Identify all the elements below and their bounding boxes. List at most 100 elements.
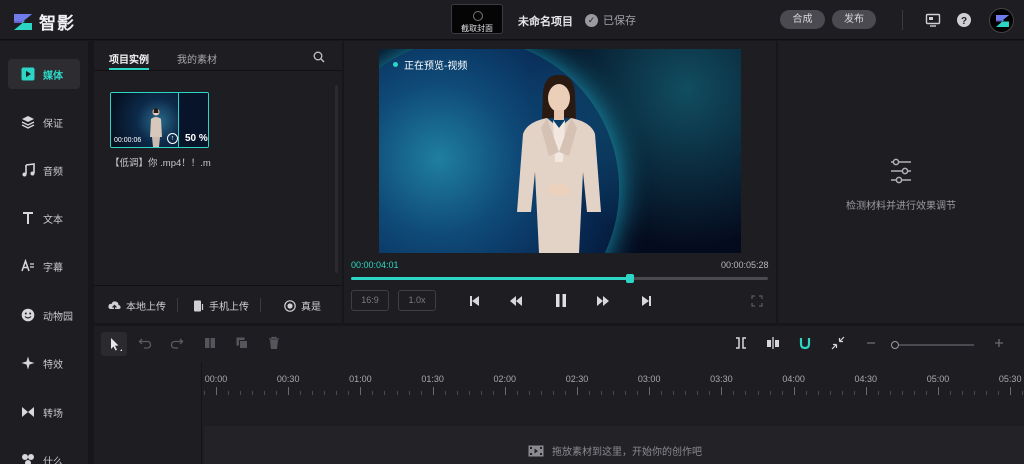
pause-icon[interactable] [553, 293, 569, 308]
ruler-minor-tick [673, 391, 675, 395]
media-item-name: 【低调】你 .mp4！！.m [110, 158, 211, 169]
ruler-minor-tick [228, 391, 230, 395]
timeline-ruler[interactable]: 00:00 00:30 01:00 01:30 02:00 02:30 03:00 03:30… [202, 372, 1024, 402]
adjust-sliders-icon [891, 158, 911, 184]
zoom-out-icon[interactable] [864, 336, 878, 350]
split-icon[interactable] [203, 336, 217, 350]
ruler-tick-label: 05:30 [998, 374, 1022, 384]
ruler-minor-tick [420, 391, 422, 395]
magnet-snap-icon[interactable] [798, 336, 812, 350]
sidebar-item-more[interactable]: 什么 [8, 445, 80, 464]
sidebar-item-audio[interactable]: 音频 [8, 155, 80, 185]
copy-icon[interactable] [235, 336, 249, 350]
ruler-minor-tick [913, 391, 915, 395]
ruler-minor-tick [685, 391, 687, 395]
ruler-minor-tick [601, 391, 603, 395]
media-footer: 本地上传 手机上传 真是 [94, 285, 342, 323]
undo-icon[interactable] [138, 336, 152, 350]
ruler-minor-tick [240, 391, 242, 395]
ruler-minor-tick [312, 391, 314, 395]
capture-cover-button[interactable]: 截取封面 [451, 4, 503, 34]
smiley-icon [21, 308, 35, 322]
more-icon [21, 453, 35, 464]
aspect-ratio-button[interactable]: 16:9 [351, 290, 389, 311]
trim-icon[interactable] [734, 336, 748, 350]
monitor-icon[interactable] [925, 12, 941, 28]
text-T-icon [21, 211, 35, 225]
avatar[interactable] [989, 8, 1014, 33]
thumbnail-duration: 00:00:06 [114, 137, 142, 144]
ruler-minor-tick [998, 391, 1000, 395]
local-upload-label: 本地上传 [126, 302, 166, 313]
presenter-thumbnail-figure [150, 108, 162, 147]
local-upload-button[interactable]: 本地上传 [108, 298, 166, 313]
svg-text:?: ? [961, 16, 967, 27]
ruler-minor-tick [540, 391, 542, 395]
align-icon[interactable] [766, 336, 780, 350]
sidebar-item-label: 音频 [43, 166, 63, 178]
zoom-slider-track[interactable] [894, 344, 974, 346]
sidebar-item-label: 媒体 [43, 70, 63, 82]
phone-upload-button[interactable]: 手机上传 [193, 298, 249, 313]
sidebar-item-effects[interactable]: 特效 [8, 348, 80, 378]
media-thumbnail[interactable]: 00:00:06 ↑ 50 % [110, 92, 209, 148]
status-dot [393, 62, 398, 67]
skip-to-end-icon[interactable] [640, 295, 654, 307]
project-title[interactable]: 未命名项目 [518, 13, 573, 29]
rewind-icon[interactable] [509, 295, 523, 307]
ruler-minor-tick [986, 391, 988, 395]
fast-forward-icon[interactable] [596, 295, 610, 307]
film-icon [528, 445, 544, 456]
zoom-slider-handle[interactable] [891, 341, 899, 349]
publish-button[interactable]: 发布 [832, 10, 876, 29]
ruler-minor-tick [889, 391, 891, 395]
sidebar-item-subtitles[interactable]: 字幕 [8, 251, 80, 281]
ruler-major-tick [288, 387, 290, 395]
camera-icon [473, 11, 483, 21]
compose-button[interactable]: 合成 [780, 10, 825, 29]
ruler-minor-tick [745, 391, 747, 395]
playback-speed-button[interactable]: 1.0x [398, 290, 436, 311]
ruler-minor-tick [950, 391, 952, 395]
sidebar-item-transitions[interactable]: 转场 [8, 397, 80, 427]
real-button[interactable]: 真是 [284, 298, 321, 313]
sidebar-item-layers[interactable]: 保证 [8, 107, 80, 137]
ruler-major-tick [793, 387, 795, 395]
sidebar-item-media[interactable]: 媒体 [8, 59, 80, 89]
progress-handle[interactable] [626, 274, 635, 283]
select-tool-button[interactable] [101, 332, 127, 356]
playback-progress-bar[interactable] [351, 274, 768, 283]
ruler-tick-label: 02:00 [493, 374, 517, 384]
effects-hint: 检测材料并进行效果调节 [846, 201, 956, 212]
media-panel: 项目实例 我的素材 00:00:06 ↑ 50 % 【低调】你 .mp4！！.m… [94, 41, 342, 323]
app-logo[interactable]: 智影 [12, 9, 75, 34]
ruler-tick-label: 02:30 [565, 374, 589, 384]
delete-icon[interactable] [267, 336, 281, 350]
collapse-icon[interactable] [831, 336, 845, 350]
fullscreen-icon[interactable] [750, 295, 764, 307]
video-preview[interactable]: 正在预览-视频 [379, 49, 741, 253]
ruler-tick-label: 00:00 [204, 374, 228, 384]
skip-to-start-icon[interactable] [467, 295, 481, 307]
ruler-major-tick [432, 387, 434, 395]
drop-hint: 拖放素材到这里，开始你的创作吧 [528, 443, 702, 458]
zoom-in-icon[interactable] [992, 336, 1006, 350]
tab-my-assets[interactable]: 我的素材 [177, 51, 217, 66]
tab-project-samples[interactable]: 项目实例 [109, 51, 149, 70]
ruler-tick-label: 03:00 [637, 374, 661, 384]
media-scrollbar[interactable] [335, 85, 338, 273]
logo-icon [14, 13, 32, 30]
sidebar-item-text[interactable]: 文本 [8, 203, 80, 233]
progress-fill [351, 277, 631, 280]
help-icon[interactable]: ? [956, 12, 972, 28]
avatar-logo-icon [996, 15, 1009, 27]
ruler-minor-tick [709, 391, 711, 395]
sidebar-item-stickers[interactable]: 动物园 [8, 300, 80, 330]
ruler-major-tick [1010, 387, 1012, 395]
redo-icon[interactable] [170, 336, 184, 350]
music-note-icon [21, 163, 35, 177]
divider [177, 298, 178, 312]
upload-progress-divider [178, 93, 179, 147]
search-icon[interactable] [313, 51, 325, 63]
ruler-minor-tick [589, 391, 591, 395]
